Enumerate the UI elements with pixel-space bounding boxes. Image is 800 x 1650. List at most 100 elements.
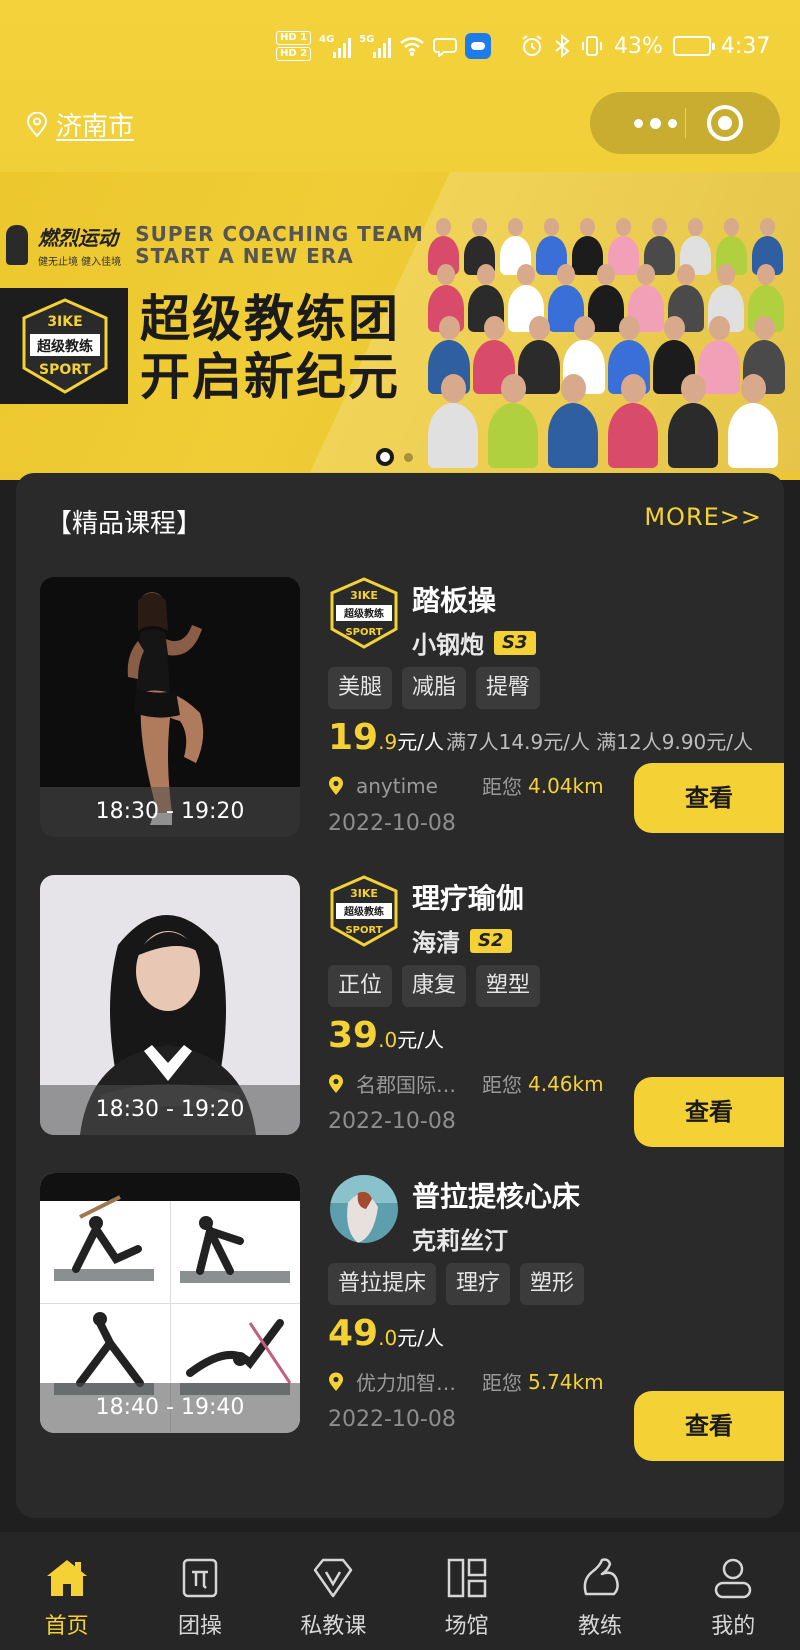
mini-program-capsule bbox=[590, 92, 780, 154]
profile-icon bbox=[715, 1558, 752, 1599]
course-location: anytime 距您 4.04km bbox=[328, 771, 604, 800]
course-thumbnail[interactable]: 18:40 - 19:40 bbox=[40, 1173, 300, 1433]
view-button[interactable]: 查看 bbox=[634, 1077, 784, 1147]
tab-venue[interactable]: 场馆 bbox=[400, 1532, 533, 1650]
capsule-divider bbox=[685, 108, 686, 138]
course-thumbnail[interactable]: 18:30 - 19:20 bbox=[40, 577, 300, 837]
battery-percent: 43% bbox=[614, 33, 663, 59]
coach-name: 海清 bbox=[412, 929, 460, 957]
course-tag: 正位 bbox=[328, 965, 393, 1007]
coach-figure-head bbox=[759, 218, 776, 236]
sim2-badge: HD 2 bbox=[276, 47, 312, 61]
coach-figure-head bbox=[517, 264, 536, 285]
coach-logo-bottom: SPORT bbox=[345, 925, 382, 936]
distance-label: 距您 bbox=[482, 1371, 522, 1395]
course-tag: 康复 bbox=[402, 965, 467, 1007]
course-date: 2022-10-08 bbox=[328, 1407, 456, 1432]
coach-logo-mid: 超级教练 bbox=[343, 607, 384, 620]
view-button[interactable]: 查看 bbox=[634, 763, 784, 833]
coach-figure-head bbox=[637, 264, 656, 285]
view-button[interactable]: 查看 bbox=[634, 1391, 784, 1461]
coach-figure-head bbox=[543, 218, 560, 236]
tab-private-class[interactable]: 私教课 bbox=[267, 1532, 400, 1650]
tab-label: 场馆 bbox=[444, 1614, 489, 1639]
status-left: HD 1 HD 2 4G 5G bbox=[276, 28, 492, 64]
coach-figure-head bbox=[757, 264, 776, 285]
distance-value: 4.04km bbox=[528, 773, 604, 798]
price-unit: 元/人 bbox=[397, 730, 444, 754]
coach-row: 小钢炮 S3 bbox=[412, 625, 536, 660]
course-price: 19.9元/人 满7人14.9元/人 满12人9.90元/人 bbox=[328, 717, 753, 758]
course-price: 39.0元/人 bbox=[328, 1015, 444, 1056]
brand-slogan: 健无止境 健入佳境 bbox=[38, 257, 122, 268]
brand-cn: 燃烈运动 bbox=[38, 226, 118, 250]
group-price: 满7人14.9元/人 满12人9.90元/人 bbox=[445, 730, 754, 754]
coach-figure-head bbox=[677, 264, 696, 285]
alarm-icon bbox=[522, 35, 542, 56]
course-date: 2022-10-08 bbox=[328, 1109, 456, 1134]
sim1-badge: HD 1 bbox=[276, 31, 312, 45]
promo-banner[interactable]: 燃烈运动 健无止境 健入佳境 SUPER COACHING TEAM START… bbox=[0, 172, 800, 472]
coach-logo-top: 3IKE bbox=[350, 589, 378, 602]
coach-row: 海清 S2 bbox=[412, 923, 512, 958]
weather-app-icon bbox=[465, 33, 492, 59]
course-date: 2022-10-08 bbox=[328, 811, 456, 836]
tab-group-class[interactable]: 团操 bbox=[133, 1532, 266, 1650]
logo-top-text: 3IKE bbox=[47, 314, 82, 330]
tab-label: 我的 bbox=[711, 1614, 756, 1639]
course-name: 普拉提核心床 bbox=[412, 1180, 581, 1213]
coach-logo-icon: 3IKE 超级教练 SPORT bbox=[330, 577, 398, 649]
chat-bubble-icon bbox=[433, 38, 458, 57]
target-circle-icon[interactable] bbox=[707, 105, 743, 141]
course-tag: 塑形 bbox=[520, 1263, 585, 1305]
coach-figure-head bbox=[717, 264, 736, 285]
coach-level-badge: S2 bbox=[470, 928, 512, 953]
section-title: 【精品课程】 bbox=[46, 509, 203, 539]
tab-home[interactable]: 首页 bbox=[0, 1532, 133, 1650]
indicator-dot-active bbox=[376, 448, 394, 466]
bottom-tab-bar: 首页 团操 私教课 场馆 教练 我的 bbox=[0, 1532, 800, 1650]
course-location: 名郡国际… 距您 4.46km bbox=[328, 1069, 604, 1098]
coach-row: 克莉丝汀 bbox=[412, 1221, 508, 1256]
more-link[interactable]: MORE>> bbox=[644, 503, 762, 531]
coach-logo-top: 3IKE bbox=[350, 887, 378, 900]
more-dots-icon[interactable] bbox=[620, 92, 690, 154]
venue-name: 优力加智… bbox=[356, 1371, 456, 1395]
coach-figure-head bbox=[618, 316, 640, 340]
distance-label: 距您 bbox=[482, 1073, 522, 1097]
sim-badges: HD 1 HD 2 bbox=[276, 31, 312, 61]
course-name: 踏板操 bbox=[412, 584, 497, 617]
course-tags: 正位 康复 塑型 bbox=[328, 965, 541, 1007]
course-tag: 普拉提床 bbox=[328, 1263, 437, 1305]
tab-label: 私教课 bbox=[300, 1614, 367, 1639]
course-time: 18:30 - 19:20 bbox=[40, 1085, 300, 1135]
coach-figure-head bbox=[680, 374, 706, 403]
course-tags: 普拉提床 理疗 塑形 bbox=[328, 1263, 585, 1305]
coach-figure-head bbox=[438, 316, 460, 340]
course-tags: 美腿 减脂 提臀 bbox=[328, 667, 541, 709]
private-class-icon bbox=[314, 1558, 353, 1598]
tab-coach[interactable]: 教练 bbox=[533, 1532, 666, 1650]
coach-figure-body bbox=[428, 402, 479, 468]
venue-name: 名郡国际… bbox=[356, 1073, 456, 1097]
coach-logo-icon: 3IKE 超级教练 SPORT bbox=[330, 875, 398, 947]
banner-title-line2: 开启新纪元 bbox=[140, 348, 400, 406]
price-integer: 19 bbox=[328, 717, 379, 758]
venue-name: anytime bbox=[356, 773, 438, 798]
brand-text: 燃烈运动 健无止境 健入佳境 bbox=[38, 222, 121, 268]
logo-mid-text: 超级教练 bbox=[36, 338, 93, 355]
tab-profile[interactable]: 我的 bbox=[667, 1532, 800, 1650]
coach-figure-head bbox=[500, 374, 526, 403]
city-name[interactable]: 济南市 bbox=[56, 106, 134, 143]
location-pin-icon bbox=[329, 1074, 343, 1093]
course-thumbnail[interactable]: 18:30 - 19:20 bbox=[40, 875, 300, 1135]
price-decimal: .9 bbox=[378, 730, 398, 754]
tab-label: 教练 bbox=[577, 1614, 622, 1639]
coach-figure-head bbox=[579, 218, 596, 236]
tab-label: 首页 bbox=[44, 1614, 89, 1639]
city-selector[interactable]: 济南市 bbox=[26, 106, 134, 143]
course-tag: 减脂 bbox=[402, 667, 467, 709]
coach-figure-head bbox=[740, 374, 766, 403]
location-pin-icon bbox=[26, 111, 48, 138]
coach-figure-body bbox=[668, 402, 719, 468]
